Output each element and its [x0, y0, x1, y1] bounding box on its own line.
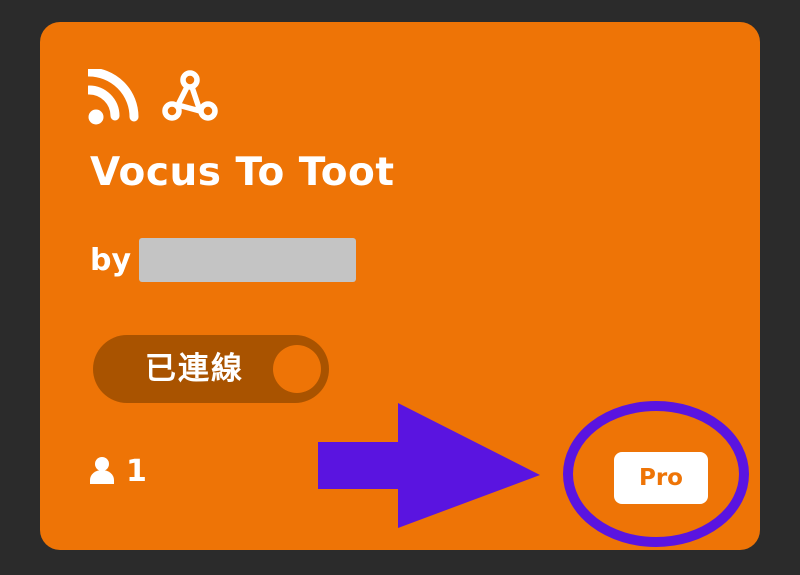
- user-count: 1: [90, 454, 147, 489]
- webhook-icon: [160, 69, 220, 127]
- connection-status-label: 已連線: [145, 351, 244, 387]
- connection-toggle[interactable]: 已連線: [93, 335, 329, 403]
- pro-badge: Pro: [614, 452, 708, 504]
- rss-icon: [88, 69, 146, 127]
- applet-title: Vocus To Toot: [90, 150, 395, 195]
- service-icons: [88, 69, 220, 127]
- author-line: by: [90, 238, 357, 282]
- applet-card[interactable]: Vocus To Toot by 已連線 1 Pro: [40, 22, 760, 550]
- user-count-value: 1: [126, 454, 147, 489]
- author-name-redacted: [139, 238, 357, 282]
- author-prefix: by: [90, 242, 132, 278]
- user-icon: [90, 456, 114, 488]
- toggle-knob[interactable]: [273, 345, 321, 393]
